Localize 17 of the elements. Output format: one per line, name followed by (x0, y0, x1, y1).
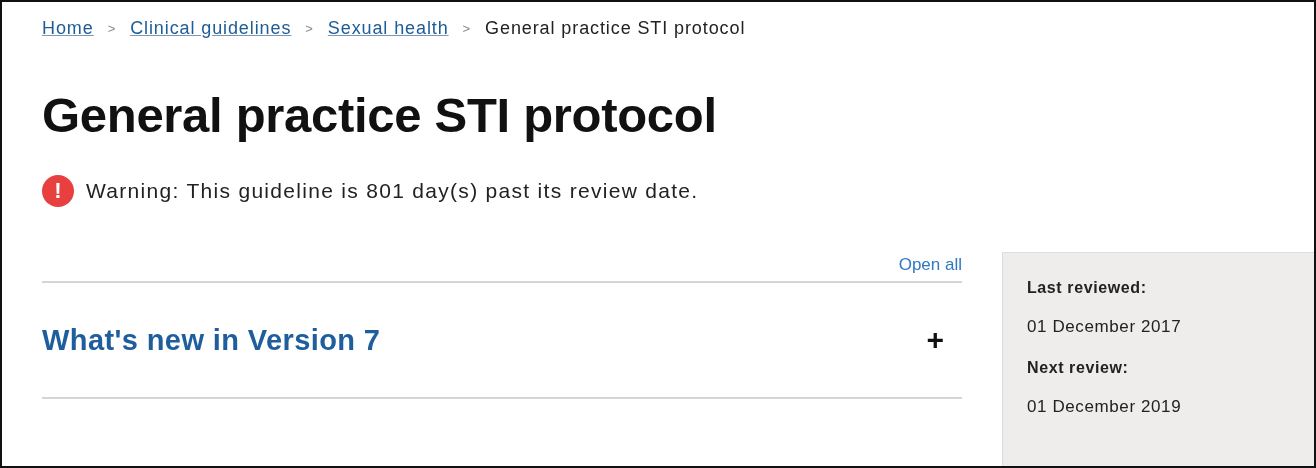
current-page-label: General practice STI protocol (485, 18, 746, 39)
open-all-link[interactable]: Open all (898, 255, 962, 281)
page-title: General practice STI protocol (42, 87, 718, 143)
breadcrumb-separator: > (107, 21, 117, 36)
breadcrumb-link[interactable]: Clinical guidelines (130, 18, 292, 39)
review-date: 01 December 2017 (1027, 317, 1183, 337)
expand-icon[interactable]: + (926, 323, 944, 357)
breadcrumb-link[interactable]: Home (42, 18, 94, 39)
review-label: Last reviewed: (1027, 279, 1148, 297)
review-date: 01 December 2019 (1027, 397, 1183, 417)
warning-icon: ! (42, 175, 74, 207)
review-label: Next review: (1027, 359, 1130, 377)
warning-message: Warning: This guideline is 801 day(s) past its review date. (86, 179, 699, 203)
breadcrumb-separator: > (305, 21, 314, 36)
breadcrumb-link[interactable]: Sexual health (327, 18, 449, 39)
accordion-header[interactable]: What's new in Version 7 (42, 323, 381, 357)
breadcrumb-separator: > (462, 21, 472, 36)
